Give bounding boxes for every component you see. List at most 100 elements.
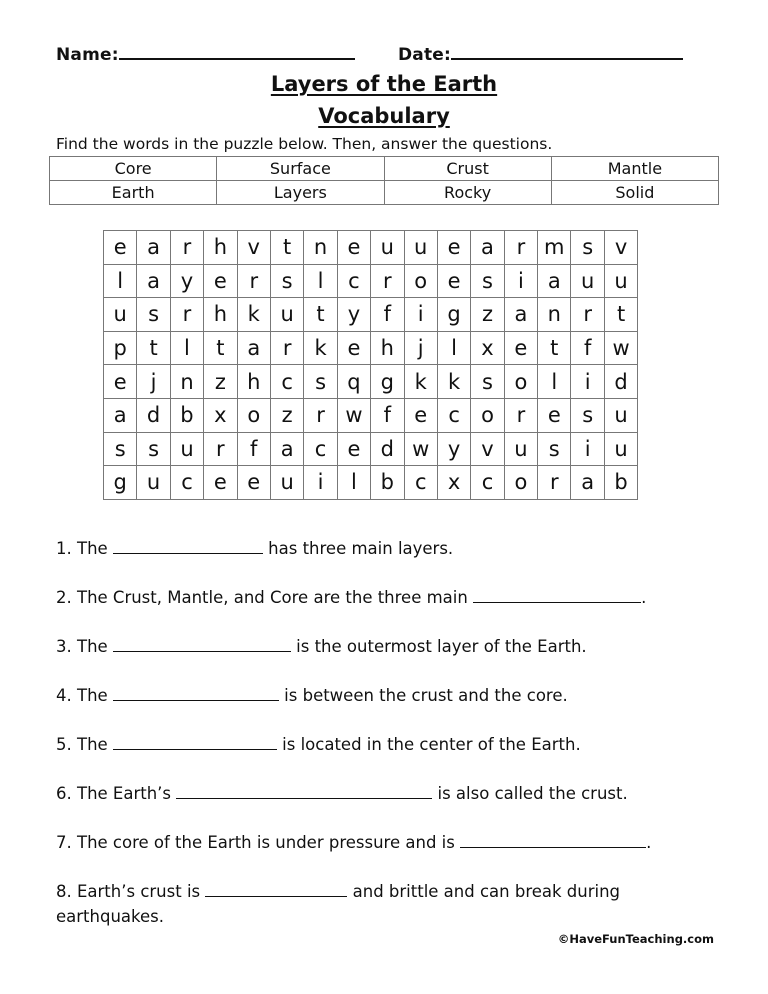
puzzle-letter-cell[interactable]: c — [269, 364, 305, 399]
puzzle-letter-cell[interactable]: l — [303, 263, 338, 299]
puzzle-letter-cell[interactable]: i — [403, 297, 438, 332]
puzzle-letter-cell[interactable]: q — [336, 364, 372, 399]
puzzle-letter-cell[interactable]: f — [570, 330, 605, 366]
puzzle-letter-cell[interactable]: l — [169, 330, 205, 366]
puzzle-letter-cell[interactable]: o — [236, 397, 271, 433]
puzzle-letter-cell[interactable]: h — [236, 364, 271, 399]
puzzle-letter-cell[interactable]: r — [236, 263, 271, 299]
puzzle-letter-cell[interactable]: v — [236, 230, 271, 265]
puzzle-letter-cell[interactable]: a — [136, 230, 171, 265]
puzzle-letter-cell[interactable]: y — [336, 297, 372, 332]
puzzle-letter-cell[interactable]: a — [102, 397, 138, 433]
answer-blank[interactable] — [176, 784, 433, 799]
puzzle-letter-cell[interactable]: l — [436, 330, 472, 366]
puzzle-letter-cell[interactable]: a — [570, 465, 605, 500]
puzzle-letter-cell[interactable]: u — [169, 431, 205, 467]
puzzle-letter-cell[interactable]: e — [503, 330, 539, 366]
puzzle-letter-cell[interactable]: s — [570, 230, 605, 265]
puzzle-letter-cell[interactable]: x — [470, 330, 505, 366]
puzzle-letter-cell[interactable]: c — [336, 263, 372, 299]
puzzle-letter-cell[interactable]: r — [269, 330, 305, 366]
puzzle-letter-cell[interactable]: a — [269, 431, 305, 467]
word-search-grid[interactable]: earhvtneuuearmsvlayerslcroesiauuusrhkuty… — [102, 230, 639, 500]
puzzle-letter-cell[interactable]: e — [336, 330, 372, 366]
puzzle-letter-cell[interactable]: a — [136, 263, 171, 299]
puzzle-letter-cell[interactable]: n — [303, 230, 338, 265]
puzzle-letter-cell[interactable]: t — [537, 330, 572, 366]
answer-blank[interactable] — [112, 539, 263, 554]
puzzle-letter-cell[interactable]: f — [370, 297, 405, 332]
puzzle-letter-cell[interactable]: r — [370, 263, 405, 299]
puzzle-letter-cell[interactable]: a — [503, 297, 539, 332]
puzzle-letter-cell[interactable]: j — [403, 330, 438, 366]
puzzle-letter-cell[interactable]: t — [203, 330, 238, 366]
puzzle-letter-cell[interactable]: v — [603, 230, 639, 265]
puzzle-letter-cell[interactable]: e — [336, 431, 372, 467]
puzzle-letter-cell[interactable]: w — [336, 397, 372, 433]
puzzle-letter-cell[interactable]: m — [537, 230, 572, 265]
puzzle-letter-cell[interactable]: u — [603, 397, 639, 433]
puzzle-letter-cell[interactable]: b — [370, 465, 405, 500]
answer-blank[interactable] — [112, 686, 279, 701]
puzzle-letter-cell[interactable]: e — [336, 230, 372, 265]
puzzle-letter-cell[interactable]: e — [236, 465, 271, 500]
puzzle-letter-cell[interactable]: z — [203, 364, 238, 399]
puzzle-letter-cell[interactable]: e — [203, 465, 238, 500]
puzzle-letter-cell[interactable]: d — [136, 397, 171, 433]
puzzle-letter-cell[interactable]: n — [169, 364, 205, 399]
puzzle-letter-cell[interactable]: e — [203, 263, 238, 299]
puzzle-letter-cell[interactable]: r — [503, 397, 539, 433]
puzzle-letter-cell[interactable]: t — [136, 330, 171, 366]
puzzle-letter-cell[interactable]: z — [269, 397, 305, 433]
puzzle-letter-cell[interactable]: o — [503, 465, 539, 500]
puzzle-letter-cell[interactable]: h — [203, 230, 238, 265]
puzzle-letter-cell[interactable]: e — [436, 263, 472, 299]
puzzle-letter-cell[interactable]: w — [403, 431, 438, 467]
puzzle-letter-cell[interactable]: i — [570, 364, 605, 399]
puzzle-letter-cell[interactable]: s — [269, 263, 305, 299]
puzzle-letter-cell[interactable]: k — [436, 364, 472, 399]
puzzle-letter-cell[interactable]: a — [470, 230, 505, 265]
answer-blank[interactable] — [473, 588, 642, 603]
puzzle-letter-cell[interactable]: t — [303, 297, 338, 332]
answer-blank[interactable] — [112, 637, 291, 652]
puzzle-letter-cell[interactable]: u — [403, 230, 438, 265]
puzzle-letter-cell[interactable]: o — [470, 397, 505, 433]
puzzle-letter-cell[interactable]: b — [603, 465, 639, 500]
puzzle-letter-cell[interactable]: d — [603, 364, 639, 399]
puzzle-letter-cell[interactable]: t — [603, 297, 639, 332]
puzzle-letter-cell[interactable]: j — [136, 364, 171, 399]
puzzle-letter-cell[interactable]: o — [403, 263, 438, 299]
puzzle-letter-cell[interactable]: v — [470, 431, 505, 467]
puzzle-letter-cell[interactable]: s — [570, 397, 605, 433]
puzzle-letter-cell[interactable]: s — [470, 263, 505, 299]
puzzle-letter-cell[interactable]: g — [370, 364, 405, 399]
puzzle-letter-cell[interactable]: f — [236, 431, 271, 467]
puzzle-letter-cell[interactable]: t — [269, 230, 305, 265]
date-field[interactable]: Date: — [398, 44, 684, 65]
puzzle-letter-cell[interactable]: r — [503, 230, 539, 265]
puzzle-letter-cell[interactable]: i — [503, 263, 539, 299]
puzzle-letter-cell[interactable]: s — [303, 364, 338, 399]
puzzle-letter-cell[interactable]: u — [570, 263, 605, 299]
puzzle-letter-cell[interactable]: r — [537, 465, 572, 500]
puzzle-letter-cell[interactable]: l — [102, 263, 138, 299]
puzzle-letter-cell[interactable]: c — [169, 465, 205, 500]
puzzle-letter-cell[interactable]: z — [470, 297, 505, 332]
puzzle-letter-cell[interactable]: u — [503, 431, 539, 467]
name-blank[interactable] — [118, 44, 355, 60]
puzzle-letter-cell[interactable]: e — [436, 230, 472, 265]
puzzle-letter-cell[interactable]: c — [470, 465, 505, 500]
name-field[interactable]: Name: — [56, 44, 355, 65]
puzzle-letter-cell[interactable]: u — [603, 263, 639, 299]
date-blank[interactable] — [451, 44, 684, 60]
puzzle-letter-cell[interactable]: u — [136, 465, 171, 500]
puzzle-letter-cell[interactable]: u — [269, 465, 305, 500]
puzzle-letter-cell[interactable]: r — [169, 297, 205, 332]
puzzle-letter-cell[interactable]: d — [370, 431, 405, 467]
puzzle-letter-cell[interactable]: c — [303, 431, 338, 467]
puzzle-letter-cell[interactable]: s — [537, 431, 572, 467]
puzzle-letter-cell[interactable]: k — [303, 330, 338, 366]
puzzle-letter-cell[interactable]: s — [470, 364, 505, 399]
puzzle-letter-cell[interactable]: y — [169, 263, 205, 299]
